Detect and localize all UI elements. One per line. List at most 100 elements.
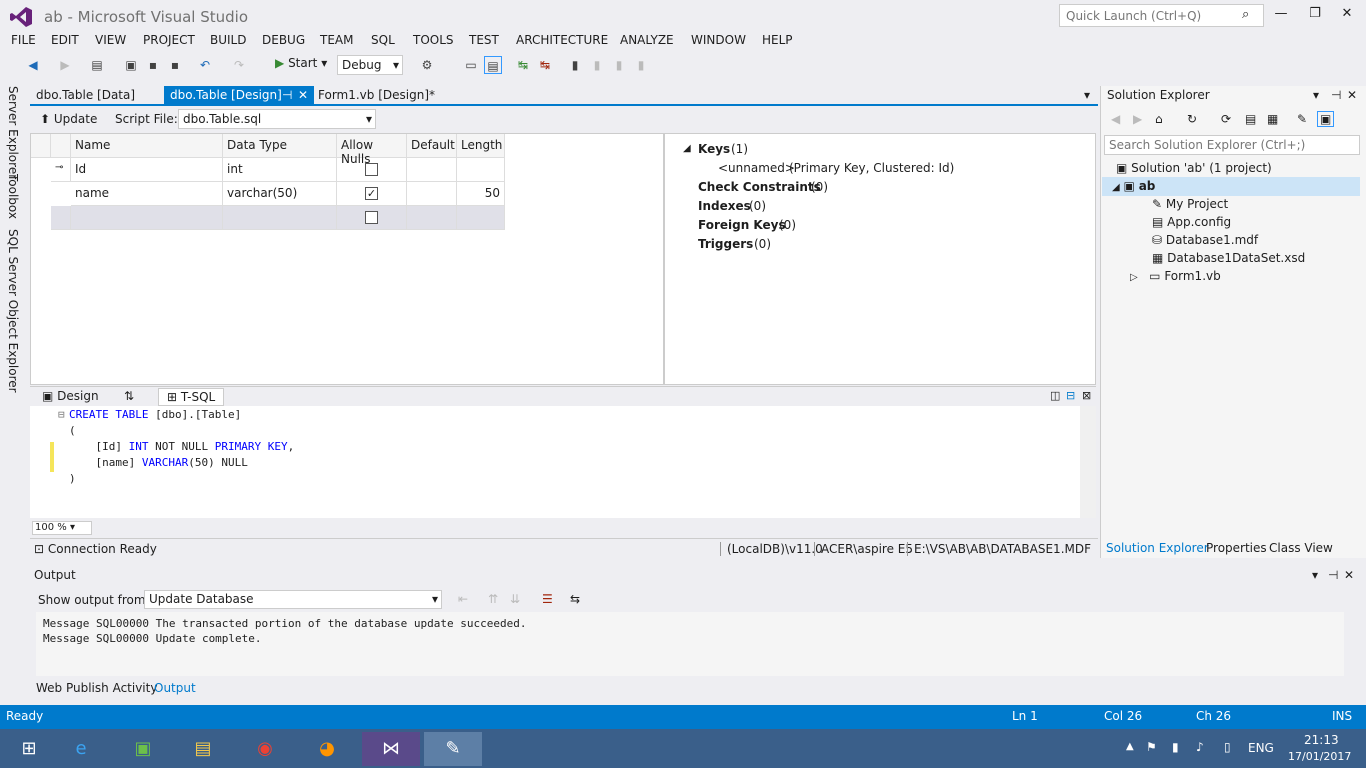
back-icon[interactable]: ◀ [24,56,42,74]
show-hidden-icons[interactable]: ▲ [1126,741,1134,752]
tab-properties[interactable]: Properties [1206,541,1267,555]
collapse-all-icon[interactable]: ▤ [1245,112,1256,126]
cell-data-type[interactable]: int [223,158,337,182]
firefox-icon[interactable]: ◕ [298,732,356,766]
menu-file[interactable]: FILE [11,33,36,47]
collapse-pane-icon[interactable]: ⊠ [1082,389,1091,402]
menu-team[interactable]: TEAM [320,33,353,47]
home-icon[interactable]: ⌂ [1155,112,1163,126]
tab-form1-design[interactable]: Form1.vb [Design]* [312,86,441,106]
split-horizontal-icon[interactable]: ⊟ [1066,389,1075,402]
pin-icon[interactable]: ⊣ [1331,88,1341,102]
split-vertical-icon[interactable]: ◫ [1050,389,1060,402]
paint-icon[interactable]: ✎ [424,732,482,766]
open-file-icon[interactable]: ▣ [122,56,140,74]
menu-view[interactable]: VIEW [95,33,126,47]
cell-length[interactable] [457,158,505,182]
start-button[interactable]: ▶ Start ▾ [275,56,327,70]
tree-item-dataset[interactable]: ▦ Database1DataSet.xsd [1152,251,1305,265]
tab-table-design[interactable]: dbo.Table [Design] ⊣ ✕ [164,86,314,106]
cell-data-type[interactable]: varchar(50) [223,182,337,206]
server-explorer-tab[interactable]: Server Explorer [6,86,20,179]
collapse-icon[interactable]: ◢ [683,143,691,154]
output-text[interactable]: Message SQL00000 The transacted portion … [36,612,1344,676]
tree-item-my-project[interactable]: ✎ My Project [1152,197,1228,211]
update-button[interactable]: ⬆ Update [40,112,97,126]
foreign-keys-label[interactable]: Foreign Keys [698,218,786,232]
allow-nulls-checkbox[interactable]: ✓ [365,187,378,200]
cell-default[interactable] [407,158,457,182]
swap-panes-icon[interactable]: ⇅ [124,389,134,403]
action-center-icon[interactable]: ⚑ [1146,740,1157,754]
close-icon[interactable]: ✕ [1344,568,1354,582]
header-name[interactable]: Name [71,134,223,158]
dropdown-icon[interactable]: ▾ [1313,88,1319,102]
indexes-label[interactable]: Indexes [698,199,751,213]
zoom-select[interactable]: 100 % ▾ [32,521,92,535]
internet-explorer-icon[interactable]: e [52,732,110,766]
tree-item-database[interactable]: ⛁ Database1.mdf [1152,233,1258,247]
forward-icon[interactable]: ▶ [56,56,74,74]
tab-tsql[interactable]: ⊞ T-SQL [158,388,225,406]
tab-table-data[interactable]: dbo.Table [Data] [30,86,141,106]
attach-icon[interactable]: ⚙ [418,56,436,74]
save-icon[interactable]: ▪ [144,56,162,74]
tab-web-publish[interactable]: Web Publish Activity [36,681,157,695]
clock-time[interactable]: 21:13 [1304,733,1339,747]
solution-node[interactable]: ▣ Solution 'ab' (1 project) [1116,161,1272,175]
refresh-icon[interactable]: ⟳ [1221,112,1231,126]
next-bookmark-icon[interactable]: ▮ [610,56,628,74]
new-row-length[interactable] [457,206,505,230]
word-wrap-icon[interactable]: ⇆ [570,592,580,606]
menu-help[interactable]: HELP [762,33,793,47]
key-name[interactable]: <unnamed> [718,161,795,175]
search-icon[interactable]: ⌕ [1242,7,1258,23]
sync-icon[interactable]: ↻ [1187,112,1197,126]
menu-edit[interactable]: EDIT [51,33,79,47]
allow-nulls-checkbox[interactable] [365,211,378,224]
toolbar-icon-b[interactable]: ▤ [484,56,502,74]
new-row-name[interactable] [71,206,223,230]
cell-length[interactable]: 50 [457,182,505,206]
cell-name[interactable]: name [71,182,223,206]
header-allow-nulls[interactable]: Allow Nulls [337,134,407,166]
file-explorer-icon[interactable]: ▤ [174,732,232,766]
toolbar-icon-d[interactable]: ↹ [536,56,554,74]
fold-icon[interactable]: ⊟ [58,408,65,421]
back-icon[interactable]: ◀ [1111,112,1120,126]
script-file-select[interactable]: dbo.Table.sql ▾ [178,109,376,129]
cell-name[interactable]: Id [71,158,223,182]
tab-output[interactable]: Output [154,681,196,695]
tab-solution-explorer[interactable]: Solution Explorer [1106,541,1209,555]
store-icon[interactable]: ▣ [114,732,172,766]
prev-message-icon[interactable]: ⇈ [488,592,498,606]
properties-icon[interactable]: ✎ [1297,112,1307,126]
menu-debug[interactable]: DEBUG [262,33,305,47]
clear-all-icon[interactable]: ☰ [542,592,553,606]
menu-test[interactable]: TEST [469,33,499,47]
header-default[interactable]: Default [407,134,457,158]
new-row-default[interactable] [407,206,457,230]
undo-icon[interactable]: ↶ [196,56,214,74]
pin-icon[interactable]: ⊣ [282,88,292,102]
toolbar-icon-c[interactable]: ↹ [514,56,532,74]
minimize-button[interactable]: — [1268,6,1294,26]
close-icon[interactable]: ✕ [1347,88,1357,102]
menu-project[interactable]: PROJECT [143,33,195,47]
tab-dropdown-icon[interactable]: ▾ [1084,88,1090,102]
menu-tools[interactable]: TOOLS [413,33,454,47]
tab-class-view[interactable]: Class View [1269,541,1333,555]
triggers-label[interactable]: Triggers [698,237,753,251]
prev-bookmark-icon[interactable]: ▮ [588,56,606,74]
tsql-editor[interactable]: ⊟ CREATE TABLE [dbo].[Table] ( [Id] INT … [30,406,1096,518]
redo-icon[interactable]: ↷ [230,56,248,74]
close-button[interactable]: ✕ [1334,6,1360,26]
volume-icon[interactable]: ♪ [1196,740,1204,754]
sql-object-explorer-tab[interactable]: SQL Server Object Explorer [6,229,20,393]
battery-icon[interactable]: ▯ [1224,740,1231,754]
menu-analyze[interactable]: ANALYZE [620,33,674,47]
check-constraints-label[interactable]: Check Constraints [698,180,821,194]
menu-architecture[interactable]: ARCHITECTURE [516,33,608,47]
keys-label[interactable]: Keys [698,142,730,156]
new-row-type[interactable] [223,206,337,230]
